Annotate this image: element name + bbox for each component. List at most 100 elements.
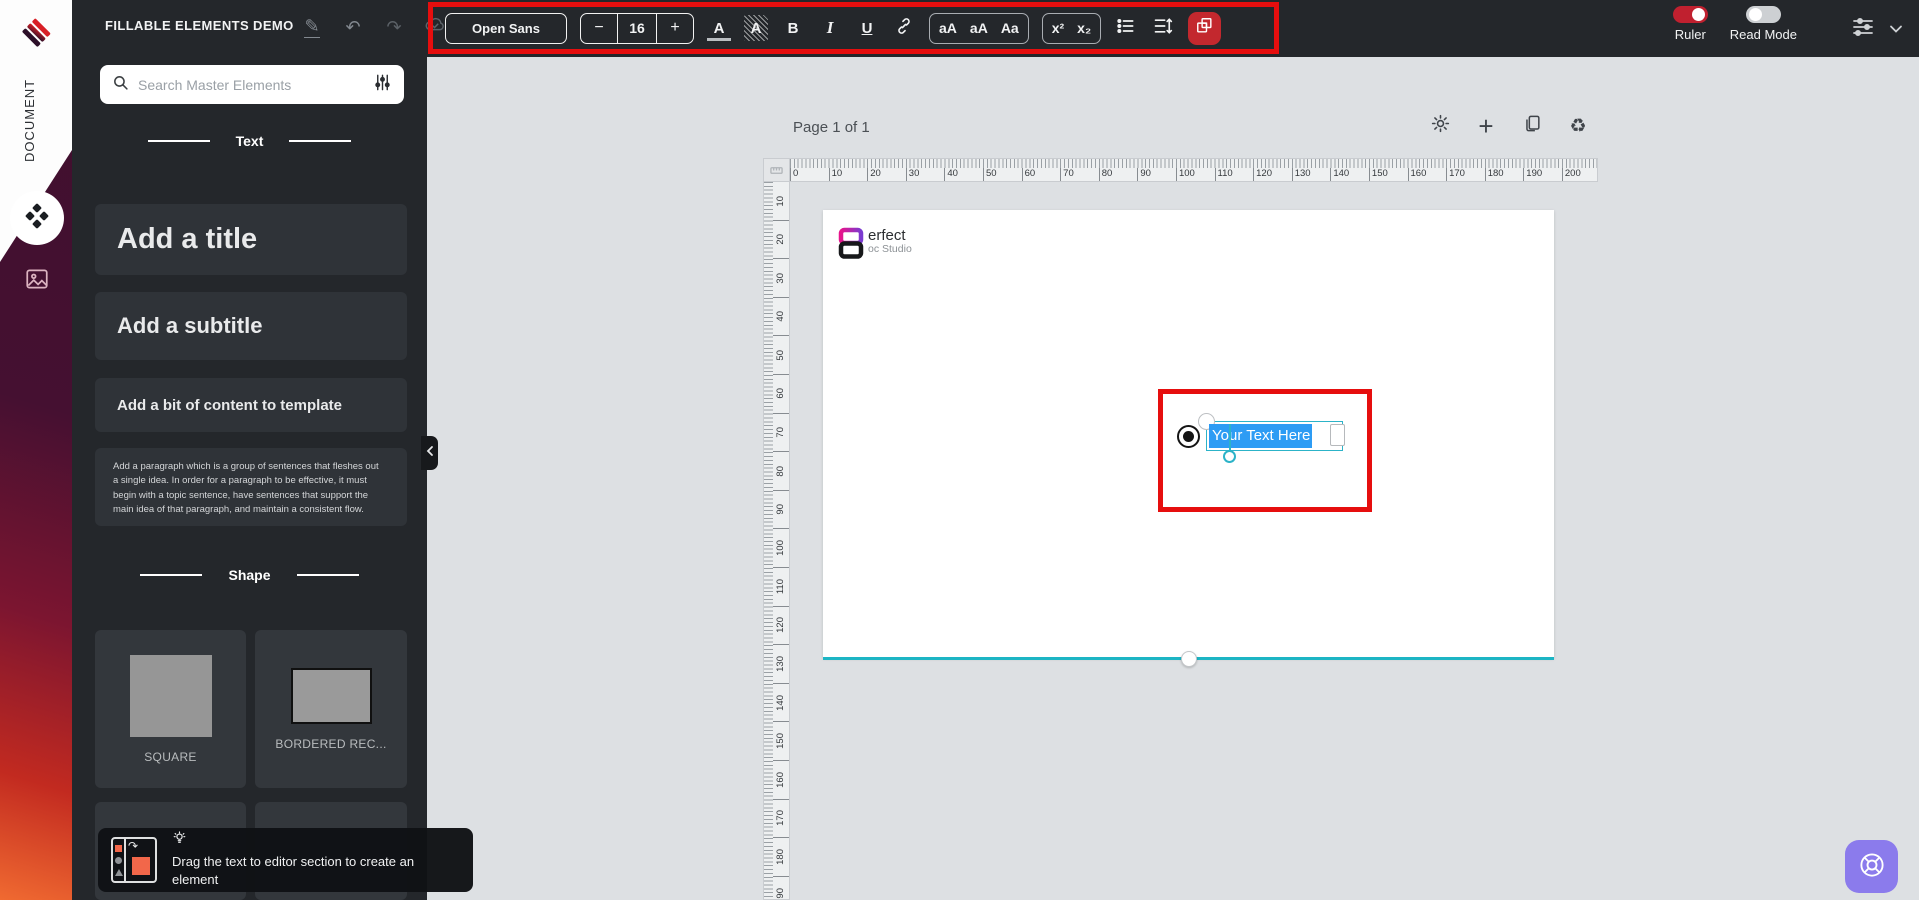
- divider: [140, 574, 203, 576]
- duplicate-page-button[interactable]: [1521, 115, 1543, 137]
- page-brand-logo: erfect oc Studio: [838, 227, 912, 265]
- text-color-button[interactable]: A: [707, 18, 731, 41]
- text-section-title: Text: [235, 133, 264, 149]
- logo-text-line2: oc Studio: [868, 243, 912, 255]
- page-resize-handle[interactable]: [1180, 651, 1197, 667]
- bullet-list-icon: [1116, 16, 1136, 40]
- view-settings-button[interactable]: [1850, 15, 1876, 44]
- plus-icon: +: [1478, 110, 1494, 141]
- undo-icon: ↶: [345, 16, 361, 37]
- document-page[interactable]: erfect oc Studio Your Text Here: [823, 210, 1554, 667]
- recycle-page-button[interactable]: ♻: [1567, 115, 1589, 137]
- redo-button[interactable]: ↷: [382, 15, 406, 39]
- sidebar-collapse-button[interactable]: [421, 436, 438, 470]
- font-family-select[interactable]: Open Sans: [445, 12, 567, 44]
- bold-button[interactable]: B: [781, 15, 805, 41]
- shape-label: SQUARE: [144, 749, 197, 764]
- font-size-stepper: − 16 +: [580, 12, 694, 44]
- superscript-button[interactable]: x²: [1052, 20, 1064, 36]
- master-element-title[interactable]: Add a title: [95, 204, 407, 275]
- help-button[interactable]: [1845, 840, 1898, 893]
- ruler-horizontal-numbers: 0 10 20 30 40 50 60 70 80 90 100 110 120 130 140 150 160…: [790, 168, 1597, 181]
- text-case-group: aA aA Aa: [929, 12, 1029, 44]
- rename-button[interactable]: ✎: [300, 15, 324, 39]
- sidebar-item-images[interactable]: [24, 266, 50, 292]
- sidebar-item-document[interactable]: DOCUMENT: [22, 70, 94, 170]
- image-icon: [24, 269, 50, 296]
- uppercase-button[interactable]: aA: [939, 20, 957, 36]
- text-section-header: Text: [72, 133, 427, 149]
- bullet-list-button[interactable]: [1114, 15, 1138, 41]
- page-settings-button[interactable]: [1429, 114, 1451, 137]
- shape-section-header: Shape: [72, 567, 427, 583]
- square-shape-preview: [129, 654, 212, 737]
- sidebar-item-elements[interactable]: [10, 191, 64, 245]
- bordered-rect-shape-preview: [290, 667, 372, 724]
- app-red-button[interactable]: [1188, 11, 1222, 45]
- ruler-corner: [763, 158, 790, 182]
- pencil-icon: ✎: [304, 16, 320, 38]
- italic-button[interactable]: I: [818, 15, 842, 41]
- shape-label: BORDERED REC...: [275, 736, 387, 751]
- link-icon: [895, 17, 913, 39]
- master-element-subtitle[interactable]: Add a subtitle: [95, 292, 407, 360]
- recycle-icon: ♻: [1569, 115, 1587, 137]
- radio-dot: [1183, 431, 1194, 442]
- master-element-content[interactable]: Add a bit of content to template: [95, 378, 407, 432]
- brand-mark-icon: [838, 227, 865, 265]
- sliders-icon: [1850, 18, 1876, 43]
- capitalize-button[interactable]: Aa: [1001, 20, 1019, 36]
- font-size-decrease-button[interactable]: −: [581, 14, 617, 43]
- add-page-button[interactable]: +: [1475, 111, 1497, 141]
- ruler-toggle[interactable]: [1672, 6, 1708, 23]
- lifebuoy-icon: [1857, 850, 1887, 883]
- chevron-left-icon: [426, 444, 434, 462]
- search-icon: [112, 74, 129, 96]
- logo-text-line1: erfect: [868, 227, 906, 244]
- lowercase-button[interactable]: aA: [970, 20, 988, 36]
- elements-grid-icon: [24, 203, 50, 234]
- drag-hint-text: Drag the text to editor section to creat…: [172, 853, 415, 887]
- drag-illustration-icon: ↷: [111, 837, 157, 883]
- document-title: FILLABLE ELEMENTS DEMO: [105, 18, 294, 33]
- radio-button[interactable]: [1177, 425, 1200, 448]
- shape-section-title: Shape: [228, 567, 271, 583]
- master-element-paragraph[interactable]: Add a paragraph which is a group of sent…: [95, 448, 407, 526]
- selected-text[interactable]: Your Text Here: [1209, 424, 1313, 448]
- toggle-knob: [1691, 8, 1705, 21]
- rotation-handle[interactable]: [1223, 450, 1236, 463]
- ruler-toggle-group: Ruler: [1672, 6, 1708, 42]
- editor-canvas: Page 1 of 1 + ♻ 0 10 20 30 40 50 60 70 8…: [427, 57, 1919, 900]
- filter-icon[interactable]: [373, 73, 392, 97]
- search-box: [100, 65, 404, 104]
- read-mode-toggle[interactable]: [1745, 6, 1781, 23]
- search-input[interactable]: [138, 76, 364, 93]
- collapse-toolbar-button[interactable]: [1889, 21, 1903, 39]
- divider: [296, 574, 359, 576]
- page-indicator: Page 1 of 1: [793, 119, 870, 136]
- grid-flag-icon: [1195, 16, 1214, 40]
- text-cursor-handle[interactable]: [1330, 424, 1345, 446]
- chevron-down-icon: [1889, 21, 1903, 38]
- undo-button[interactable]: ↶: [341, 15, 365, 39]
- brand-logo-icon[interactable]: [19, 16, 53, 55]
- redo-icon: ↷: [386, 16, 402, 37]
- subscript-button[interactable]: x₂: [1077, 20, 1091, 36]
- font-size-increase-button[interactable]: +: [657, 14, 693, 43]
- underline-button[interactable]: U: [855, 15, 879, 41]
- divider: [289, 140, 352, 142]
- toggle-knob: [1748, 8, 1762, 21]
- line-spacing-button[interactable]: [1151, 15, 1175, 41]
- link-button[interactable]: [892, 15, 916, 41]
- read-mode-toggle-label: Read Mode: [1729, 27, 1797, 42]
- text-format-toolbar: Open Sans − 16 + A A B I U aA aA Aa x² x…: [428, 2, 1279, 54]
- ruler-vertical-numbers: 10 20 30 40 50 60 70 80 90 100 110 120 130 140 150 160 1…: [772, 182, 789, 899]
- bulb-icon: [172, 831, 440, 851]
- selected-element-box[interactable]: Your Text Here: [1158, 389, 1372, 512]
- master-element-bordered-rect[interactable]: BORDERED REC...: [255, 630, 407, 788]
- font-size-value[interactable]: 16: [617, 13, 657, 43]
- master-element-square[interactable]: SQUARE: [95, 630, 246, 788]
- highlight-color-button[interactable]: A: [744, 15, 768, 41]
- text-selection-frame[interactable]: Your Text Here: [1198, 413, 1345, 451]
- master-elements-panel: Text Add a title Add a subtitle Add a bi…: [72, 57, 427, 900]
